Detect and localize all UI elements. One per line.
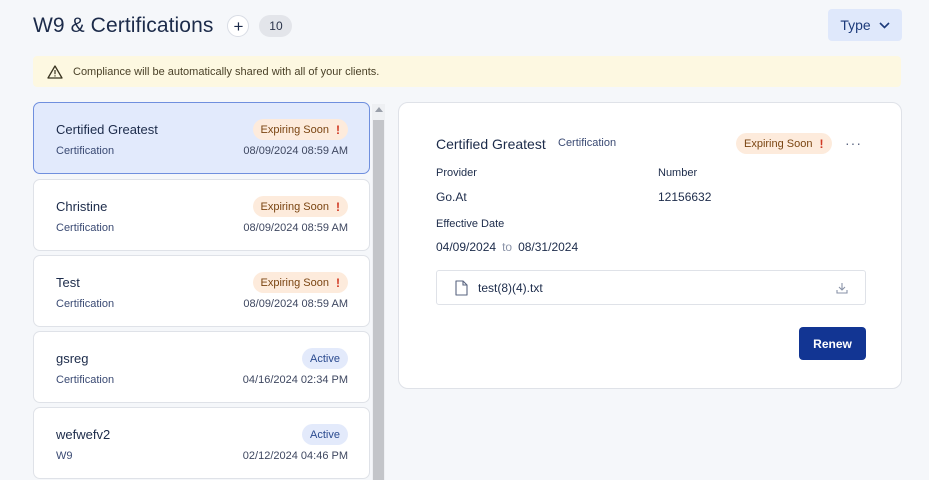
scroll-thumb[interactable] xyxy=(373,120,384,480)
item-date: 04/16/2024 02:34 PM xyxy=(242,374,348,386)
alert-icon: ! xyxy=(336,275,340,290)
effective-to: to xyxy=(502,240,513,254)
type-filter-button[interactable]: Type xyxy=(828,9,902,41)
page-title: W9 & Certifications xyxy=(33,14,214,37)
number-value: 12156632 xyxy=(658,190,712,204)
status-badge: Expiring Soon! xyxy=(252,119,348,140)
list-item[interactable]: wefwefv2 Active W9 02/12/2024 04:46 PM xyxy=(33,407,370,479)
item-name: Christine xyxy=(56,199,108,214)
alert-icon: ! xyxy=(336,199,340,214)
item-date: 02/12/2024 04:46 PM xyxy=(242,450,348,462)
chevron-down-icon xyxy=(879,21,890,29)
item-name: gsreg xyxy=(56,351,89,366)
count-badge: 10 xyxy=(259,15,293,37)
item-type: Certification xyxy=(56,374,115,386)
effective-date-range: 04/09/2024 to 08/31/2024 xyxy=(436,240,578,254)
provider-label: Provider xyxy=(436,167,477,179)
compliance-banner: Compliance will be automatically shared … xyxy=(33,56,901,87)
item-type: Certification xyxy=(56,298,115,310)
file-name: test(8)(4).txt xyxy=(478,280,543,295)
item-name: Certified Greatest xyxy=(56,122,158,137)
warning-icon xyxy=(47,64,63,79)
list-scrollbar[interactable] xyxy=(372,104,385,480)
item-type: W9 xyxy=(56,450,73,462)
attached-file[interactable]: test(8)(4).txt xyxy=(436,270,866,305)
status-label: Expiring Soon xyxy=(744,137,813,150)
download-icon[interactable] xyxy=(836,282,848,294)
detail-panel: Certified Greatest Certification Expirin… xyxy=(398,102,902,389)
page-header: W9 & Certifications + 10 xyxy=(33,12,293,40)
number-label: Number xyxy=(658,167,698,179)
status-label: Expiring Soon xyxy=(260,276,330,289)
status-badge: Expiring Soon! xyxy=(252,272,348,293)
list-item[interactable]: Certified Greatest Expiring Soon! Certif… xyxy=(33,102,370,174)
list-item[interactable]: Test Expiring Soon! Certification 08/09/… xyxy=(33,255,370,327)
status-label: Expiring Soon xyxy=(260,200,330,213)
status-label: Expiring Soon xyxy=(260,123,330,136)
more-options-icon[interactable]: ··· xyxy=(845,133,862,153)
item-date: 08/09/2024 08:59 AM xyxy=(243,222,348,234)
status-badge: Active xyxy=(302,348,348,369)
alert-icon: ! xyxy=(336,122,340,137)
status-badge: Active xyxy=(302,424,348,445)
document-icon xyxy=(455,279,468,296)
effective-date-label: Effective Date xyxy=(436,218,505,230)
detail-type: Certification xyxy=(558,137,617,149)
item-type: Certification xyxy=(56,222,115,234)
list-item[interactable]: gsreg Active Certification 04/16/2024 02… xyxy=(33,331,370,403)
detail-title: Certified Greatest xyxy=(436,136,546,152)
alert-icon: ! xyxy=(819,136,824,151)
type-filter-label: Type xyxy=(840,17,871,33)
renew-button[interactable]: Renew xyxy=(799,327,866,360)
detail-status-badge: Expiring Soon! xyxy=(736,133,832,154)
add-button[interactable]: + xyxy=(227,15,250,37)
effective-start: 04/09/2024 xyxy=(436,240,497,254)
banner-text: Compliance will be automatically shared … xyxy=(73,65,380,78)
item-name: wefwefv2 xyxy=(56,427,111,442)
scroll-up-arrow-icon[interactable] xyxy=(375,107,383,112)
document-list: Certified Greatest Expiring Soon! Certif… xyxy=(33,102,370,480)
list-item[interactable]: Christine Expiring Soon! Certification 0… xyxy=(33,179,370,251)
item-date: 08/09/2024 08:59 AM xyxy=(243,298,348,310)
item-date: 08/09/2024 08:59 AM xyxy=(243,145,348,157)
item-type: Certification xyxy=(56,145,115,157)
item-name: Test xyxy=(56,275,80,290)
status-badge: Expiring Soon! xyxy=(252,196,348,217)
effective-end: 08/31/2024 xyxy=(518,240,579,254)
provider-value: Go.At xyxy=(436,190,467,204)
